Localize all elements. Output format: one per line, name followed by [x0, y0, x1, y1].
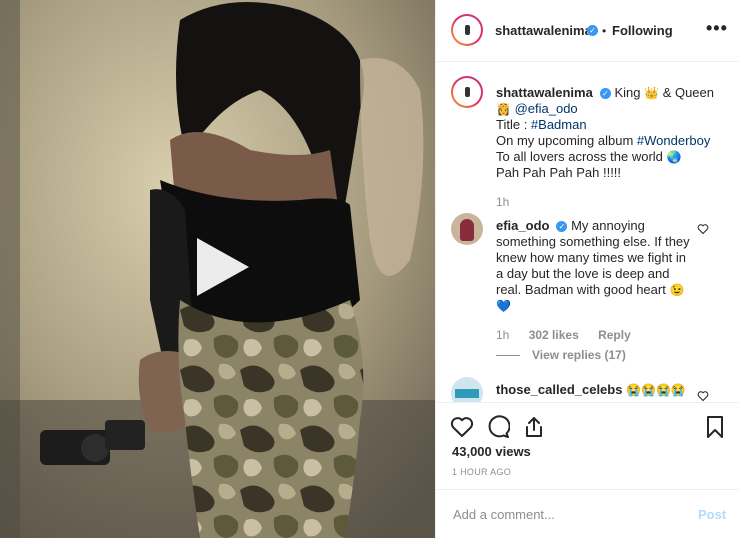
verified-badge-icon: ✓ [556, 221, 568, 232]
add-comment-section: Post [436, 489, 738, 538]
ellipsis-icon[interactable]: ••• [706, 18, 728, 39]
commenter-avatar[interactable] [451, 213, 483, 245]
post-header: shattawalenima ✓ • Following ••• [436, 0, 738, 62]
author-username[interactable]: shattawalenima [495, 23, 592, 38]
caption-time[interactable]: 1h [496, 195, 509, 209]
view-count[interactable]: 43,000 views [452, 444, 531, 459]
caption-username[interactable]: shattawalenima [496, 85, 593, 100]
mention-link[interactable]: @efia_odo [515, 101, 578, 116]
post-sidebar: shattawalenima ✓ • Following ••• shattaw… [435, 0, 738, 538]
play-button[interactable] [193, 236, 251, 298]
comments-list[interactable]: shattawalenima ✓ King 👑 & Queen 👸 @efia_o… [436, 62, 738, 402]
caption-title-label: Title : [496, 117, 531, 132]
comment-like-heart-icon[interactable] [697, 390, 709, 402]
comment-input[interactable] [451, 506, 675, 523]
following-button[interactable]: Following [612, 23, 673, 38]
comment-text: efia_odo ✓ My annoying something somethin… [496, 218, 692, 314]
caption-album-line: On my upcoming album [496, 133, 637, 148]
caption-pah-line: Pah Pah Pah Pah !!!!! [496, 165, 622, 180]
commenter-username[interactable]: efia_odo [496, 218, 549, 233]
hashtag-wonderboy[interactable]: #Wonderboy [637, 133, 710, 148]
caption-text: shattawalenima ✓ King 👑 & Queen 👸 @efia_o… [496, 85, 731, 181]
caption-text-2: & Queen [662, 85, 715, 100]
share-icon[interactable] [522, 415, 546, 439]
comment-icon[interactable] [486, 415, 510, 439]
comment-time[interactable]: 1h [496, 328, 509, 342]
comment-meta: 1h 302 likes Reply [496, 328, 647, 342]
heart-icon[interactable] [450, 415, 474, 439]
play-icon [197, 238, 249, 296]
commenter-avatar[interactable] [451, 377, 483, 402]
caption-text-1: King [614, 85, 641, 100]
verified-badge-icon: ✓ [587, 25, 598, 36]
comment-like-heart-icon[interactable] [697, 223, 709, 235]
post-timestamp[interactable]: 1 HOUR AGO [452, 467, 511, 477]
bookmark-icon[interactable] [703, 415, 727, 439]
instagram-post: shattawalenima ✓ • Following ••• shattaw… [0, 0, 738, 538]
commenter-username[interactable]: those_called_celebs [496, 382, 622, 397]
post-comment-button[interactable]: Post [698, 507, 726, 522]
caption-lovers-line: To all lovers across the world [496, 149, 667, 164]
header-separator: • [602, 24, 607, 38]
hashtag-badman[interactable]: #Badman [531, 117, 587, 132]
comment-likes[interactable]: 302 likes [529, 328, 579, 342]
view-replies-label: View replies (17) [532, 348, 626, 362]
wink-emoji: 😉 [669, 283, 685, 297]
verified-badge-icon: ✓ [599, 88, 611, 99]
author-avatar[interactable] [451, 14, 483, 46]
comment-text: those_called_celebs 😭😭😭😭 [496, 382, 686, 397]
globe-emoji: 🌏 [666, 150, 682, 164]
blue-heart-emoji: 💙 [496, 299, 511, 313]
view-replies-button[interactable]: View replies (17) [496, 348, 626, 362]
princess-emoji: 👸 [496, 102, 511, 116]
post-video[interactable] [0, 0, 435, 538]
replies-divider [496, 355, 520, 357]
reply-button[interactable]: Reply [598, 328, 631, 342]
crying-emojis: 😭😭😭😭 [626, 383, 686, 397]
crown-emoji: 👑 [644, 86, 660, 100]
caption-avatar[interactable] [451, 76, 483, 108]
